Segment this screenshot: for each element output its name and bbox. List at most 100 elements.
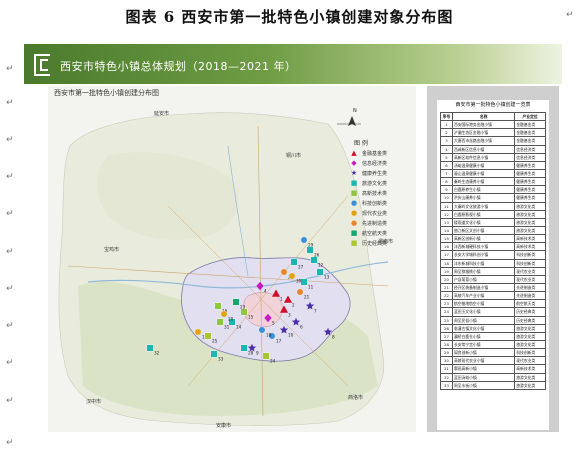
table-row: 21 经开区装备制造小镇 先进制造类: [440, 282, 546, 293]
marker-number-label: 11: [308, 285, 314, 290]
table-row: 14 曲江新区文创小镇 旅游文化类: [440, 225, 546, 236]
table-row: 9 白鹿原养生小镇 健康养生类: [440, 185, 546, 195]
star-icon: ★: [350, 169, 358, 177]
legend-item: ★ 健康养生类: [350, 169, 388, 177]
table-row: 5 高新区软件信息小镇 信息经济类: [440, 152, 546, 162]
town-name: 西咸新区信息小镇: [451, 144, 516, 154]
legend-item: ■ 旅游文化类: [350, 179, 388, 187]
town-name: 白鹿原影视小镇: [451, 209, 516, 219]
table-row: 23 航空基地航空小镇 航空航天类: [440, 299, 546, 309]
industry-type: 旅游文化类: [514, 217, 546, 227]
marker-number-label: 27: [298, 265, 304, 270]
town-name: 长安常宁宫小镇: [451, 339, 516, 350]
row-number: 7: [440, 168, 453, 179]
marker-number-label: 15: [248, 315, 254, 320]
header-cell: 序号: [440, 111, 453, 122]
town-name: 沣东新城科技小镇: [451, 258, 516, 268]
row-number: 13: [440, 217, 453, 227]
town-name: 灞桥白鹿仓小镇: [451, 331, 516, 341]
square-icon: ■: [350, 189, 358, 197]
marker-number-label: 33: [218, 357, 224, 362]
town-name: 西安国际港务金融小镇: [451, 120, 516, 130]
table-row: 4 西咸新区信息小镇 信息经济类: [440, 144, 546, 154]
marker-number-label: 17: [276, 339, 282, 344]
town-name: 蓝田玉文化小镇: [451, 307, 516, 317]
town-name: 鄠邑高新小镇: [451, 364, 516, 374]
town-name: 周至猕猴桃小镇: [451, 266, 516, 276]
marker-number-label: 4: [264, 289, 267, 294]
header-cell: 产业定位: [514, 111, 546, 122]
table-row: 17 长安大学城科创小镇 科技创新类: [440, 250, 546, 260]
marker-number-label: 26: [314, 253, 320, 258]
marker-number-label: 23: [240, 305, 246, 310]
marker-number-label: 31: [224, 325, 230, 330]
town-name: 高新区软件信息小镇: [451, 152, 516, 162]
marker-number-label: 24: [270, 359, 276, 364]
town-marker-square: [204, 332, 212, 340]
xian-urban-core: [243, 292, 283, 327]
row-number: 23: [440, 299, 453, 309]
marker-number-label: 3: [288, 313, 291, 318]
legend-item: ■ 高新技术类: [350, 189, 388, 197]
table-row: 28 长安常宁宫小镇 旅游文化类: [440, 339, 546, 350]
place-label-shangluo: 商洛市: [348, 395, 364, 401]
marker-number-label: 10: [288, 333, 294, 338]
town-marker-square: [214, 302, 222, 310]
industry-type: 金融基金类: [514, 120, 546, 130]
triangle-icon: ▲: [351, 149, 357, 157]
town-list-panel: 西安市第一批特色小镇创建一览表 序号 名称 产业定位 1 西安国际港务金融小镇 金融…: [437, 100, 549, 430]
table-row: 3 大唐西市丝路金融小镇 金融基金类: [440, 136, 546, 146]
paragraph-mark: ↵: [6, 321, 14, 331]
town-table: 序号 名称 产业定位 1 西安国际港务金融小镇 金融基金类 2 浐灞生态区金融小镇 金融基…: [440, 111, 546, 390]
town-marker-square: [290, 258, 298, 266]
industry-type: 历史经典类: [514, 315, 546, 325]
row-number: 32: [440, 372, 453, 382]
industry-type: 旅游文化类: [514, 380, 546, 390]
table-body: 1 西安国际港务金融小镇 金融基金类 2 浐灞生态区金融小镇 金融基金类 3 大唐西市丝路金融…: [440, 120, 546, 390]
town-marker-square: [216, 318, 224, 326]
town-name: 航空基地航空小镇: [451, 299, 516, 309]
town-name: 阎良创新小镇: [451, 348, 516, 358]
circle-icon: ●: [350, 219, 358, 227]
industry-type: 健康养生类: [514, 177, 546, 187]
town-marker-square: [262, 352, 270, 360]
town-name: 曲江新区文创小镇: [451, 225, 516, 236]
table-row: 12 白鹿原影视小镇 旅游文化类: [440, 209, 546, 219]
industry-type: 信息经济类: [514, 152, 546, 162]
town-marker-circle: [296, 288, 304, 296]
row-number: 3: [440, 136, 453, 146]
row-number: 19: [440, 266, 453, 276]
row-number: 12: [440, 209, 453, 219]
row-number: 11: [440, 201, 453, 211]
industry-type: 旅游文化类: [514, 323, 546, 333]
town-name: 大唐西市丝路金融小镇: [451, 136, 516, 146]
industry-type: 旅游文化类: [514, 225, 546, 236]
row-number: 5: [440, 152, 453, 162]
row-number: 14: [440, 225, 453, 236]
paragraph-mark: ↵: [6, 284, 14, 294]
distribution-map: 1234567891011121314151617181920212223242…: [48, 86, 416, 432]
table-row: 19 周至猕猴桃小镇 现代农业类: [440, 266, 546, 276]
industry-type: 航空航天类: [514, 299, 546, 309]
industry-type: 高新技术类: [514, 242, 546, 252]
legend-item: ● 先进制造类: [350, 219, 388, 227]
plan-banner: 西安市特色小镇总体规划（2018—2021 年）: [24, 44, 562, 84]
industry-type: 科技创新类: [514, 250, 546, 260]
paragraph-mark: ↵: [6, 172, 14, 182]
marker-number-label: 29: [308, 243, 314, 248]
row-number: 24: [440, 307, 453, 317]
row-number: 2: [440, 128, 453, 138]
town-name: 浐灞生态区金融小镇: [451, 128, 516, 138]
table-row: 16 沣西新城硬科技小镇 高新技术类: [440, 242, 546, 252]
row-number: 6: [440, 160, 453, 170]
town-marker-square: [306, 246, 314, 254]
town-name: 高陵汽车产业小镇: [451, 291, 516, 301]
table-row: 27 灞桥白鹿仓小镇 旅游文化类: [440, 331, 546, 341]
marker-number-label: 32: [154, 351, 160, 356]
paragraph-mark: ↵: [6, 358, 14, 368]
town-name: 汤峪温泉健康小镇: [451, 160, 516, 170]
town-marker-square: [300, 278, 308, 286]
row-number: 30: [440, 356, 453, 366]
place-label-baoji: 宝鸡市: [104, 247, 120, 253]
town-marker-circle: [300, 236, 308, 244]
